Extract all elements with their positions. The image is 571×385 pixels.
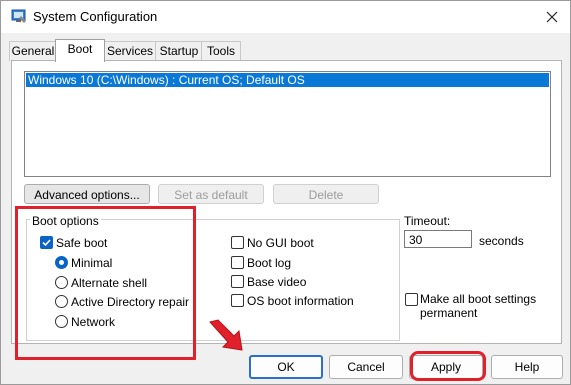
delete-button[interactable]: Delete	[273, 184, 379, 204]
tab-services[interactable]: Services	[103, 41, 157, 61]
advanced-options-button[interactable]: Advanced options...	[24, 184, 150, 204]
make-permanent-checkbox[interactable]	[405, 293, 418, 306]
timeout-unit-label: seconds	[479, 234, 524, 248]
make-permanent-label-line1: Make all boot settings	[420, 292, 537, 306]
base-video-label: Base video	[247, 275, 307, 289]
tab-general[interactable]: General	[9, 41, 57, 61]
boot-options-highlight	[15, 206, 196, 360]
base-video-checkbox[interactable]	[231, 275, 244, 288]
title-bar[interactable]: System Configuration	[1, 1, 570, 33]
set-as-default-button[interactable]: Set as default	[158, 184, 264, 204]
apply-button-highlight	[410, 351, 486, 381]
ok-button[interactable]: OK	[249, 355, 323, 379]
boot-log-label: Boot log	[247, 256, 292, 270]
tab-tools[interactable]: Tools	[201, 41, 241, 61]
os-list[interactable]: Windows 10 (C:\Windows) : Current OS; De…	[24, 71, 551, 177]
timeout-label: Timeout:	[404, 214, 451, 228]
tab-boot[interactable]: Boot	[55, 39, 105, 62]
help-button[interactable]: Help	[491, 355, 563, 379]
msconfig-app-icon	[11, 9, 26, 23]
timeout-input[interactable]: 30	[404, 230, 472, 248]
red-arrow-icon	[209, 319, 243, 351]
make-permanent-label-line2: permanent	[420, 306, 478, 320]
boot-log-checkbox[interactable]	[231, 256, 244, 269]
window-title: System Configuration	[33, 9, 158, 24]
os-boot-information-checkbox[interactable]	[231, 294, 244, 307]
os-boot-information-label: OS boot information	[247, 294, 354, 308]
close-button[interactable]	[535, 3, 569, 31]
cancel-button[interactable]: Cancel	[329, 355, 403, 379]
os-list-item[interactable]: Windows 10 (C:\Windows) : Current OS; De…	[26, 73, 549, 87]
tab-startup[interactable]: Startup	[155, 41, 203, 61]
close-icon	[546, 11, 558, 23]
no-gui-boot-checkbox[interactable]	[231, 236, 244, 249]
no-gui-boot-label: No GUI boot	[247, 236, 314, 250]
